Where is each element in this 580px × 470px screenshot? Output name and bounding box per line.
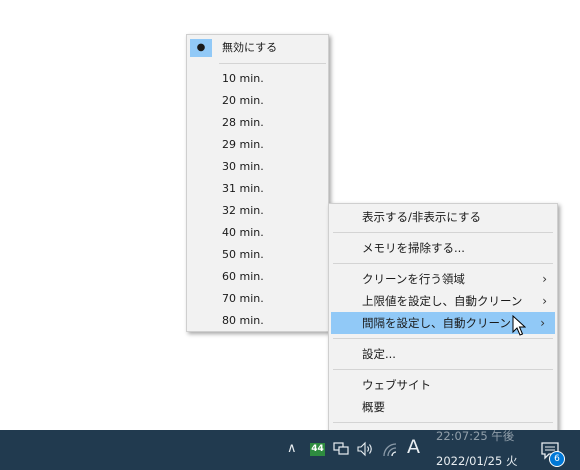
menu-separator bbox=[333, 338, 553, 339]
menu-item-label: 上限値を設定し、自動クリーン bbox=[362, 294, 523, 308]
submenu-item-label: 80 min. bbox=[222, 314, 264, 327]
menu-separator bbox=[333, 369, 553, 370]
menu-item-clean-memory[interactable]: メモリを掃除する... bbox=[329, 237, 557, 259]
menu-item-clean-area[interactable]: クリーンを行う領域 › bbox=[329, 268, 557, 290]
submenu-item-20min[interactable]: 20 min. bbox=[187, 90, 328, 112]
submenu-item-80min[interactable]: 80 min. bbox=[187, 310, 328, 332]
menu-item-toggle-visibility[interactable]: 表示する/非表示にする bbox=[329, 206, 557, 228]
menu-item-label: 表示する/非表示にする bbox=[362, 210, 481, 224]
mouse-pointer-icon bbox=[512, 315, 526, 336]
submenu-item-10min[interactable]: 10 min. bbox=[187, 68, 328, 90]
menu-item-label: 概要 bbox=[362, 400, 385, 414]
network-icon[interactable] bbox=[333, 442, 349, 456]
chevron-right-icon: › bbox=[540, 316, 545, 330]
submenu-item-32min[interactable]: 32 min. bbox=[187, 200, 328, 222]
menu-item-settings[interactable]: 設定... bbox=[329, 343, 557, 365]
menu-item-about[interactable]: 概要 bbox=[329, 396, 557, 418]
submenu-item-60min[interactable]: 60 min. bbox=[187, 266, 328, 288]
submenu-item-label: 無効にする bbox=[222, 41, 278, 54]
submenu-item-label: 50 min. bbox=[222, 248, 264, 261]
ime-mode-indicator[interactable]: A bbox=[407, 436, 420, 458]
memory-cleaner-tray-icon[interactable]: 44 bbox=[310, 443, 325, 456]
submenu-item-label: 32 min. bbox=[222, 204, 264, 217]
menu-separator bbox=[219, 63, 326, 64]
submenu-item-label: 10 min. bbox=[222, 72, 264, 85]
submenu-item-28min[interactable]: 28 min. bbox=[187, 112, 328, 134]
menu-item-label: ウェブサイト bbox=[362, 378, 431, 392]
submenu-item-disable[interactable]: ● 無効にする bbox=[187, 37, 328, 59]
chevron-right-icon: › bbox=[542, 272, 547, 286]
wifi-icon[interactable] bbox=[382, 442, 400, 458]
notification-count-badge: 6 bbox=[549, 451, 565, 467]
menu-item-label: 間隔を設定し、自動クリーン bbox=[362, 316, 511, 330]
menu-separator bbox=[333, 232, 553, 233]
taskbar: ∧ 44 A 22:07:25 午後 2022/01/25 火 6 bbox=[0, 428, 580, 470]
submenu-item-label: 30 min. bbox=[222, 160, 264, 173]
interval-submenu: ● 無効にする 10 min. 20 min. 28 min. 29 min. … bbox=[186, 34, 329, 332]
submenu-item-label: 20 min. bbox=[222, 94, 264, 107]
menu-item-limit-auto-clean[interactable]: 上限値を設定し、自動クリーン › bbox=[329, 290, 557, 312]
clock-date[interactable]: 2022/01/25 火 bbox=[436, 453, 517, 469]
menu-item-label: 設定... bbox=[362, 347, 396, 361]
clock-time[interactable]: 22:07:25 午後 bbox=[436, 428, 514, 444]
chevron-right-icon: › bbox=[542, 294, 547, 308]
menu-item-website[interactable]: ウェブサイト bbox=[329, 374, 557, 396]
menu-separator bbox=[333, 263, 553, 264]
menu-item-label: クリーンを行う領域 bbox=[362, 272, 465, 286]
submenu-item-50min[interactable]: 50 min. bbox=[187, 244, 328, 266]
menu-item-label: メモリを掃除する... bbox=[362, 241, 465, 255]
submenu-item-label: 29 min. bbox=[222, 138, 264, 151]
radio-check-icon: ● bbox=[190, 39, 212, 57]
submenu-item-30min[interactable]: 30 min. bbox=[187, 156, 328, 178]
submenu-item-label: 70 min. bbox=[222, 292, 264, 305]
submenu-item-29min[interactable]: 29 min. bbox=[187, 134, 328, 156]
submenu-item-40min[interactable]: 40 min. bbox=[187, 222, 328, 244]
submenu-item-label: 28 min. bbox=[222, 116, 264, 129]
submenu-item-label: 40 min. bbox=[222, 226, 264, 239]
submenu-item-label: 31 min. bbox=[222, 182, 264, 195]
submenu-item-31min[interactable]: 31 min. bbox=[187, 178, 328, 200]
submenu-item-label: 60 min. bbox=[222, 270, 264, 283]
submenu-item-70min[interactable]: 70 min. bbox=[187, 288, 328, 310]
volume-icon[interactable] bbox=[356, 441, 374, 457]
show-hidden-icons-button[interactable]: ∧ bbox=[287, 441, 297, 456]
menu-separator bbox=[333, 422, 553, 423]
